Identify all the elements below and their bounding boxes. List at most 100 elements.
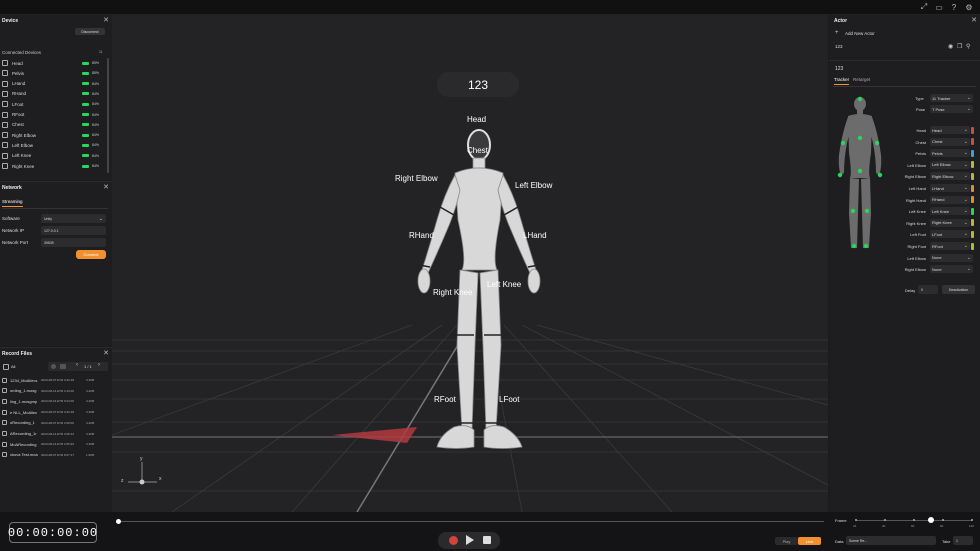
add-new-actor-button[interactable]: Add New Actor <box>845 31 875 36</box>
device-row[interactable]: Chest 84% <box>2 121 99 129</box>
close-icon[interactable]: ✕ <box>103 183 109 191</box>
timeline-handle[interactable] <box>116 519 121 524</box>
window-icon[interactable]: ▭ <box>934 2 944 12</box>
network-ip-input[interactable]: 127.0.0.1 <box>41 226 106 235</box>
bone-label: Left Foot <box>910 232 926 238</box>
software-select[interactable]: Unity ⌄ <box>41 214 106 223</box>
bone-tracker-select[interactable]: None ⌄ <box>930 253 973 262</box>
device-checkbox[interactable] <box>2 142 8 149</box>
device-row[interactable]: Left Elbow 84% <box>2 141 99 149</box>
record-button[interactable] <box>449 536 458 545</box>
record-file-row[interactable]: ling_1.mosgmp 2023-08-16 ETR 6:04:00 4.4KB <box>2 396 94 406</box>
record-file-row[interactable]: e NLL_MoAllec 2023-08-07 ETR 3:22:18 4.4KB <box>2 407 94 417</box>
delay-input[interactable]: 0 <box>918 285 938 294</box>
disconnect-button[interactable]: Disconnect <box>75 28 105 35</box>
visibility-icon[interactable]: ◉ <box>948 43 953 50</box>
folder-icon[interactable] <box>60 364 66 369</box>
prev-page-icon[interactable]: ‹ <box>76 362 78 368</box>
record-icon[interactable] <box>51 364 56 369</box>
record-file-row[interactable]: MoARecording 2023-08-14 ETR 2:05:40 4.4KB <box>2 439 94 449</box>
next-page-icon[interactable]: › <box>98 362 100 368</box>
device-checkbox[interactable] <box>2 60 8 66</box>
bone-tracker-select[interactable]: Pelvis ⌄ <box>930 149 970 158</box>
record-file-checkbox[interactable] <box>2 420 7 426</box>
duplicate-icon[interactable]: ❐ <box>957 43 962 50</box>
network-port-input[interactable]: 39539 <box>41 238 106 247</box>
device-row[interactable]: RHand 84% <box>2 90 99 98</box>
tab-retarget[interactable]: Retarget <box>853 77 870 82</box>
battery-icon <box>82 154 89 158</box>
record-file-checkbox[interactable] <box>2 398 7 404</box>
device-row[interactable]: Right Knee 84% <box>2 162 99 170</box>
bone-tracker-select[interactable]: Left Knee ⌄ <box>930 207 970 216</box>
tracker-color-swatch <box>971 219 974 227</box>
actor-title: Actor <box>834 18 848 24</box>
settings-icon[interactable]: ⚙ <box>964 2 974 12</box>
record-file-row[interactable]: ording_1.mosg 2023-08-14 ETR 3:16:00 4.4KB <box>2 386 94 396</box>
play-icon[interactable] <box>466 535 474 545</box>
device-list-scrollbar[interactable] <box>107 58 109 173</box>
device-checkbox[interactable] <box>2 101 8 108</box>
live-mode-button[interactable]: Live <box>798 537 821 545</box>
bone-tracker-select[interactable]: LFoot ⌄ <box>930 230 970 239</box>
record-file-row[interactable]: xkova Test.moa 2023-08-07 ETR 8:07:17 1.6K… <box>2 450 94 460</box>
record-file-checkbox[interactable] <box>2 388 7 394</box>
battery-percent: 84% <box>92 122 100 127</box>
device-checkbox[interactable] <box>2 152 8 159</box>
record-file-row[interactable]: ARecording_1r 2023-08-14 ETR 3:08:12 4.4KB <box>2 429 94 439</box>
battery-icon <box>82 133 89 137</box>
bone-label: Left Knee <box>908 209 926 215</box>
bone-tracker-select[interactable]: None ⌄ <box>930 265 973 274</box>
stop-icon[interactable] <box>483 536 491 544</box>
device-checkbox[interactable] <box>2 132 8 139</box>
add-icon[interactable]: + <box>835 30 839 36</box>
take-input[interactable]: 1 <box>953 536 973 545</box>
bone-tracker-select[interactable]: Right Elbow ⌄ <box>930 172 970 181</box>
device-row[interactable]: Right Elbow 84% <box>2 131 99 139</box>
help-icon[interactable]: ? <box>949 2 959 12</box>
device-checkbox[interactable] <box>2 80 8 87</box>
pose-select[interactable]: T Pose ⌄ <box>930 105 973 113</box>
close-icon[interactable]: ✕ <box>103 16 109 24</box>
play-mode-button[interactable]: Play <box>775 537 798 545</box>
record-file-row[interactable]: oRecording_1 2023-08-07 ETR 2:08:00 4.4KB <box>2 418 94 428</box>
bone-tracker-select[interactable]: RHand ⌄ <box>930 195 970 204</box>
deactivation-button[interactable]: Deactivation <box>942 285 975 294</box>
data-input[interactable]: Scene Re... <box>846 536 936 545</box>
device-row[interactable]: Head 85% <box>2 59 99 67</box>
bone-tracker-select[interactable]: RFoot ⌄ <box>930 242 970 250</box>
device-row[interactable]: RFoot 84% <box>2 111 99 119</box>
close-icon[interactable]: ✕ <box>971 16 977 24</box>
record-file-checkbox[interactable] <box>2 452 7 458</box>
record-file-checkbox[interactable] <box>2 441 7 447</box>
device-checkbox[interactable] <box>2 70 8 77</box>
bone-tracker-select[interactable]: Right Knee ⌄ <box>930 218 970 227</box>
expand-icon[interactable]: ⤢ <box>919 2 929 12</box>
device-row[interactable]: Pelvis 85% <box>2 69 99 77</box>
bone-tracker-select[interactable]: LHand ⌄ <box>930 184 970 192</box>
record-file-row[interactable]: 1234_MoAllecs 2023-08-07 ETR 3:22:18 4.4KB <box>2 375 94 385</box>
bone-tracker-select[interactable]: Chest ⌄ <box>930 137 970 146</box>
bone-tracker-select[interactable]: Left Elbow ⌄ <box>930 160 970 169</box>
device-checkbox[interactable] <box>2 121 8 128</box>
actor-list-item[interactable]: 123 <box>835 44 843 49</box>
device-row[interactable]: LHand 84% <box>2 80 99 88</box>
device-row[interactable]: LFoot 84% <box>2 100 99 108</box>
tab-streaming[interactable]: Streaming <box>2 199 23 207</box>
record-file-checkbox[interactable] <box>2 409 7 415</box>
close-icon[interactable]: ✕ <box>103 349 109 357</box>
timeline-track[interactable] <box>118 521 824 522</box>
connect-button[interactable]: Connect <box>76 250 106 259</box>
device-checkbox[interactable] <box>2 111 8 118</box>
device-checkbox[interactable] <box>2 90 8 97</box>
record-file-checkbox[interactable] <box>2 377 7 383</box>
bone-tracker-select[interactable]: Head ⌄ <box>930 126 970 134</box>
actor-settings-icon[interactable]: ⚲ <box>966 43 970 50</box>
select-all-checkbox[interactable] <box>3 364 9 370</box>
3d-viewport[interactable]: 123 Head Chest Right Elbow Left Elbow RH… <box>112 15 828 512</box>
record-file-checkbox[interactable] <box>2 431 7 436</box>
tab-tracker[interactable]: Tracker <box>834 77 850 85</box>
device-checkbox[interactable] <box>2 163 8 169</box>
type-select[interactable]: 11 Tracker ⌄ <box>930 94 973 102</box>
device-row[interactable]: Left Knee 84% <box>2 152 99 160</box>
